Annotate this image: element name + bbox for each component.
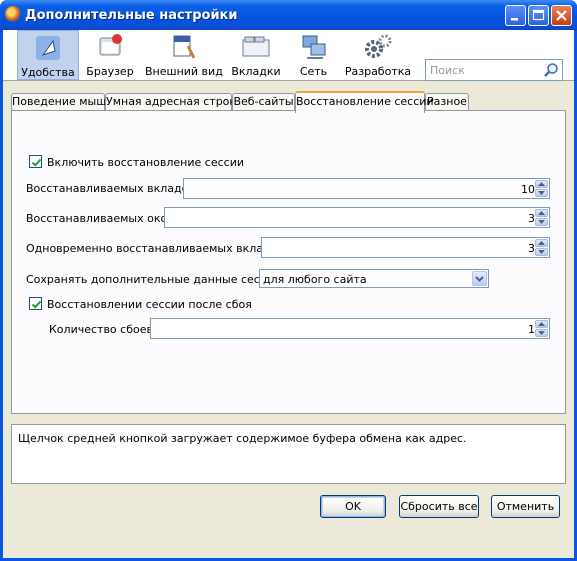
- preferences-window: Дополнительные настройки Удобства Браузе…: [0, 0, 577, 561]
- checkmark-icon: [31, 158, 42, 167]
- pane-label: Браузер: [86, 65, 134, 78]
- checkmark-icon: [31, 300, 42, 309]
- crash-count-spinner[interactable]: [535, 320, 548, 337]
- usability-icon: [36, 36, 60, 60]
- close-icon: [556, 10, 567, 21]
- tab-session-restore[interactable]: Восстановление сессии: [295, 91, 434, 113]
- reset-all-button[interactable]: Сбросить все: [399, 495, 479, 518]
- restore-windows-value: 3: [528, 212, 535, 225]
- arrow-up-icon: [538, 211, 545, 215]
- dropdown-button[interactable]: [472, 271, 487, 286]
- tab-websites[interactable]: Веб-сайты: [232, 93, 295, 111]
- browser-icon: [99, 34, 122, 56]
- crash-count-label: Количество сбоев: [49, 323, 153, 336]
- pane-usability[interactable]: Удобства: [17, 30, 79, 80]
- extra-data-select[interactable]: для любого сайта: [259, 269, 489, 288]
- appearance-icon: [173, 35, 196, 59]
- crash-count-value: 1: [528, 323, 535, 336]
- pane-tabs[interactable]: Вкладки: [226, 30, 286, 80]
- minimize-icon: [511, 18, 518, 21]
- description-box: Щелчок средней кнопкой загружает содержи…: [11, 424, 566, 484]
- restore-tabs-value: 10: [521, 183, 535, 196]
- spin-down-button[interactable]: [535, 218, 548, 226]
- spin-up-button[interactable]: [535, 320, 548, 328]
- tabs-icon: [242, 36, 270, 57]
- arrow-up-icon: [538, 241, 545, 245]
- concurrent-tabs-value: 3: [528, 242, 535, 255]
- arrow-up-icon: [538, 322, 545, 326]
- search-input[interactable]: Поиск: [425, 59, 563, 81]
- arrow-down-icon: [538, 331, 545, 335]
- concurrent-tabs-label: Одновременно восстанавливаемых вкладок: [26, 242, 285, 255]
- restore-windows-spinner[interactable]: [535, 209, 548, 226]
- restore-windows-label: Восстанавливаемых окон: [26, 212, 175, 225]
- tab-mouse[interactable]: Поведение мыши: [11, 93, 113, 111]
- pane-label: Разработка: [344, 65, 412, 78]
- firefox-icon: [5, 6, 21, 22]
- crash-restore-checkbox[interactable]: [29, 297, 42, 310]
- arrow-down-icon: [538, 220, 545, 224]
- spin-up-button[interactable]: [535, 180, 548, 188]
- pane-label: Сеть: [299, 65, 328, 78]
- concurrent-tabs-field[interactable]: 3: [261, 237, 550, 258]
- restore-tabs-spinner[interactable]: [535, 180, 548, 197]
- spin-down-button[interactable]: [535, 189, 548, 197]
- gears-icon: [365, 34, 392, 58]
- spin-down-button[interactable]: [535, 248, 548, 256]
- pane-appearance[interactable]: Внешний вид: [145, 30, 223, 80]
- minimize-button[interactable]: [505, 5, 526, 26]
- chevron-down-icon: [475, 276, 484, 282]
- pane-browser[interactable]: Браузер: [82, 30, 138, 80]
- description-text: Щелчок средней кнопкой загружает содержи…: [18, 432, 467, 445]
- pane-network[interactable]: Сеть: [291, 30, 336, 80]
- enable-session-restore-checkbox[interactable]: [29, 155, 42, 168]
- search-icon[interactable]: [543, 62, 559, 78]
- close-button[interactable]: [551, 5, 572, 26]
- restore-windows-field[interactable]: 3: [164, 207, 550, 228]
- pane-developer[interactable]: Разработка: [343, 30, 413, 80]
- spin-down-button[interactable]: [535, 329, 548, 337]
- maximize-icon: [532, 9, 545, 21]
- pane-label: Удобства: [21, 66, 75, 79]
- arrow-up-icon: [538, 182, 545, 186]
- spin-up-button[interactable]: [535, 209, 548, 217]
- arrow-down-icon: [538, 250, 545, 254]
- search-placeholder: Поиск: [430, 64, 465, 77]
- crash-count-field[interactable]: 1: [150, 318, 550, 339]
- extra-data-label: Сохранять дополнительные данные сессии: [26, 273, 281, 286]
- session-restore-panel: Включить восстановление сессии Восстанав…: [11, 110, 566, 414]
- maximize-button[interactable]: [528, 5, 549, 26]
- arrow-down-icon: [538, 191, 545, 195]
- tab-smart-address-bar[interactable]: Умная адресная строка: [105, 93, 243, 111]
- window-title: Дополнительные настройки: [25, 8, 238, 23]
- restore-tabs-field[interactable]: 10: [183, 178, 550, 199]
- restore-tabs-label: Восстанавливаемых вкладок: [26, 182, 195, 195]
- extra-data-value: для любого сайта: [263, 273, 367, 286]
- enable-session-restore-label: Включить восстановление сессии: [47, 156, 244, 169]
- pane-label: Внешний вид: [145, 65, 223, 78]
- network-icon: [302, 35, 326, 59]
- title-bar[interactable]: Дополнительные настройки: [0, 0, 577, 30]
- crash-restore-label: Восстановлении сессии после сбоя: [47, 298, 252, 311]
- spin-up-button[interactable]: [535, 239, 548, 247]
- pane-label: Вкладки: [231, 65, 281, 78]
- ok-button[interactable]: OK: [320, 495, 386, 518]
- concurrent-tabs-spinner[interactable]: [535, 239, 548, 256]
- cancel-button[interactable]: Отменить: [491, 495, 560, 518]
